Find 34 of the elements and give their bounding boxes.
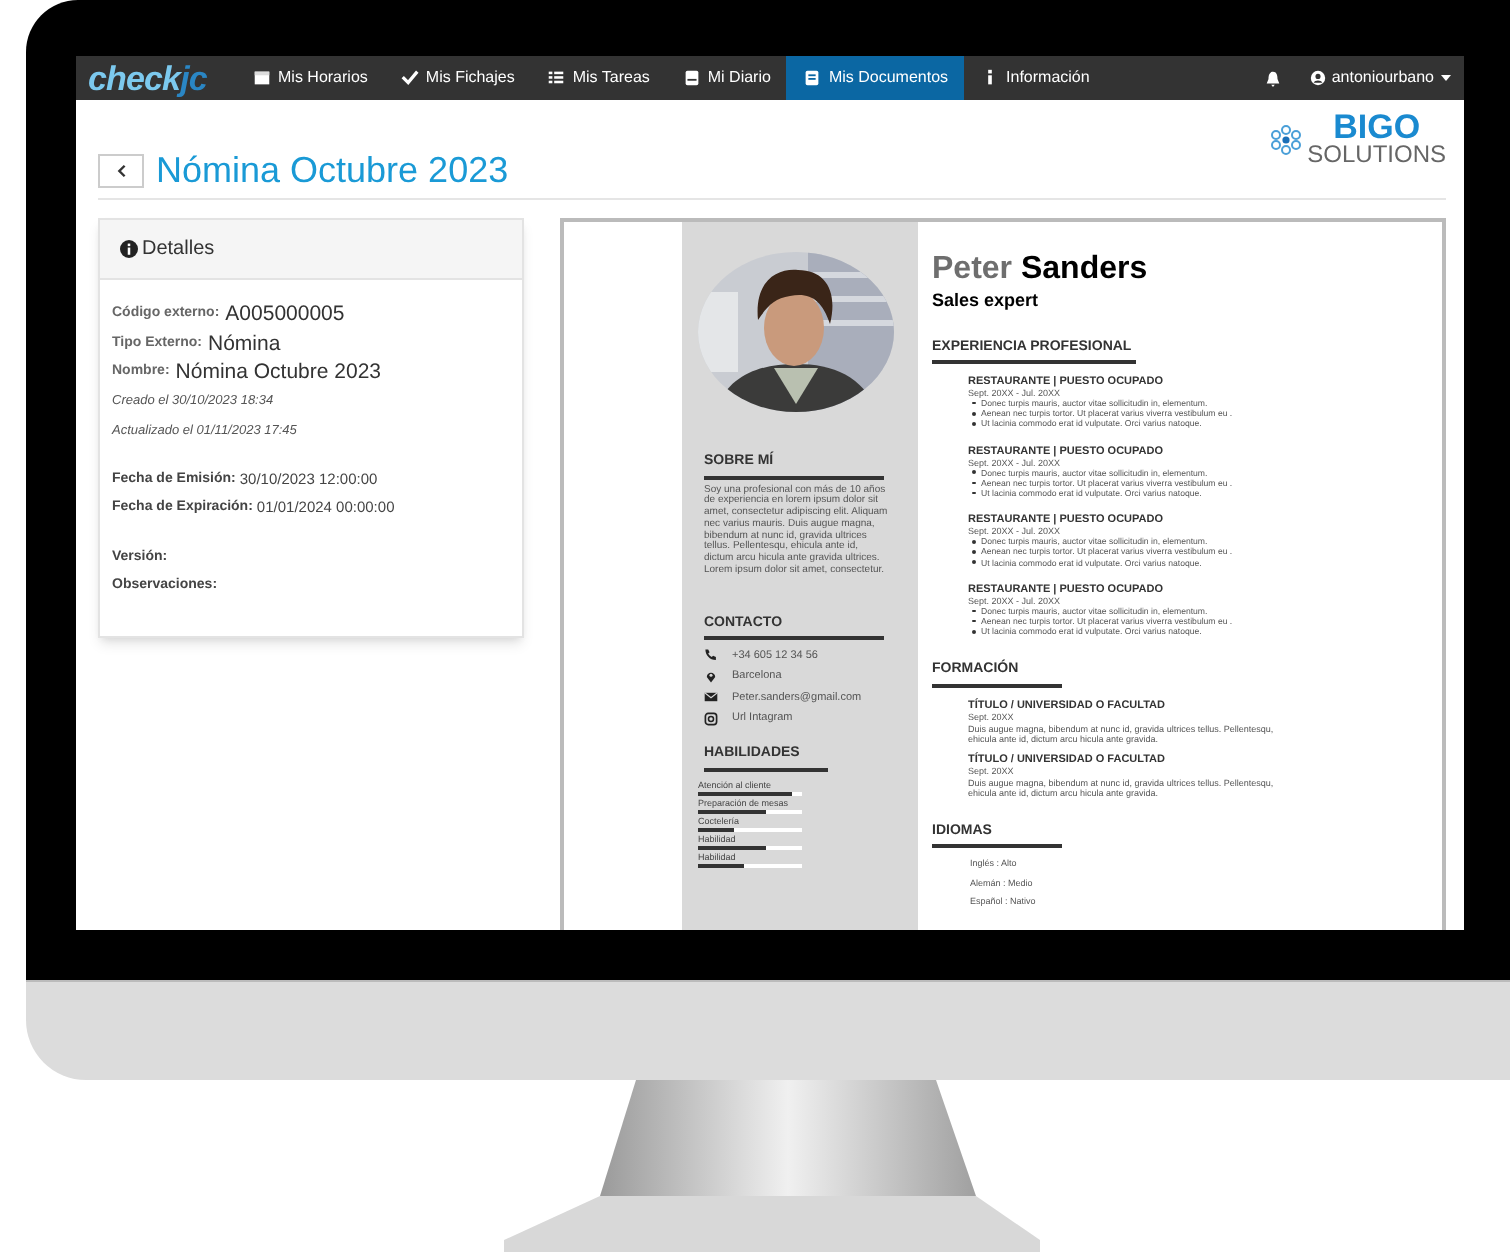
nav-tab[interactable]: Mi Diario — [665, 56, 787, 100]
field-value: Nómina — [207, 333, 281, 354]
logo[interactable]: checkjc — [76, 56, 236, 100]
check-icon — [399, 68, 420, 88]
list-icon — [546, 68, 567, 88]
chevron-left-icon — [115, 163, 127, 177]
envelope-icon — [704, 690, 718, 705]
book-icon — [681, 68, 702, 88]
calendar-icon — [252, 68, 272, 88]
back-button[interactable] — [98, 153, 144, 187]
nav-tab[interactable]: Mis Fichajes — [383, 56, 531, 100]
card-title: Detalles — [142, 236, 215, 264]
candidate-name: Peter Sanders — [932, 254, 1150, 286]
document-icon — [802, 68, 823, 88]
location-pin-icon — [704, 669, 718, 684]
caret-icon — [1440, 74, 1452, 82]
page-title: Nómina Octubre 2023 — [156, 152, 509, 188]
user-menu[interactable]: antoniourbano — [1309, 66, 1452, 90]
candidate-role: Sales expert — [932, 288, 1041, 314]
notifications-button[interactable] — [1263, 69, 1282, 87]
nav-tab[interactable]: Mis Tareas — [530, 56, 666, 100]
camera-icon — [704, 711, 718, 726]
info-icon — [120, 240, 138, 258]
user-icon — [1309, 70, 1326, 86]
brand-name: BIGO — [1333, 112, 1421, 142]
field-value: A005000005 — [225, 304, 345, 325]
phone-icon — [704, 648, 718, 663]
field-value: Nómina Octubre 2023 — [175, 362, 382, 383]
nav-tab[interactable]: Información — [964, 56, 1106, 100]
bell-icon — [1263, 69, 1282, 87]
nav-tab[interactable]: Mis Documentos — [786, 56, 965, 100]
brand-subtitle: SOLUTIONS — [1307, 142, 1446, 166]
nav-tab[interactable]: Mis Horarios — [236, 56, 384, 100]
snowflake-logo-icon — [1269, 123, 1302, 155]
